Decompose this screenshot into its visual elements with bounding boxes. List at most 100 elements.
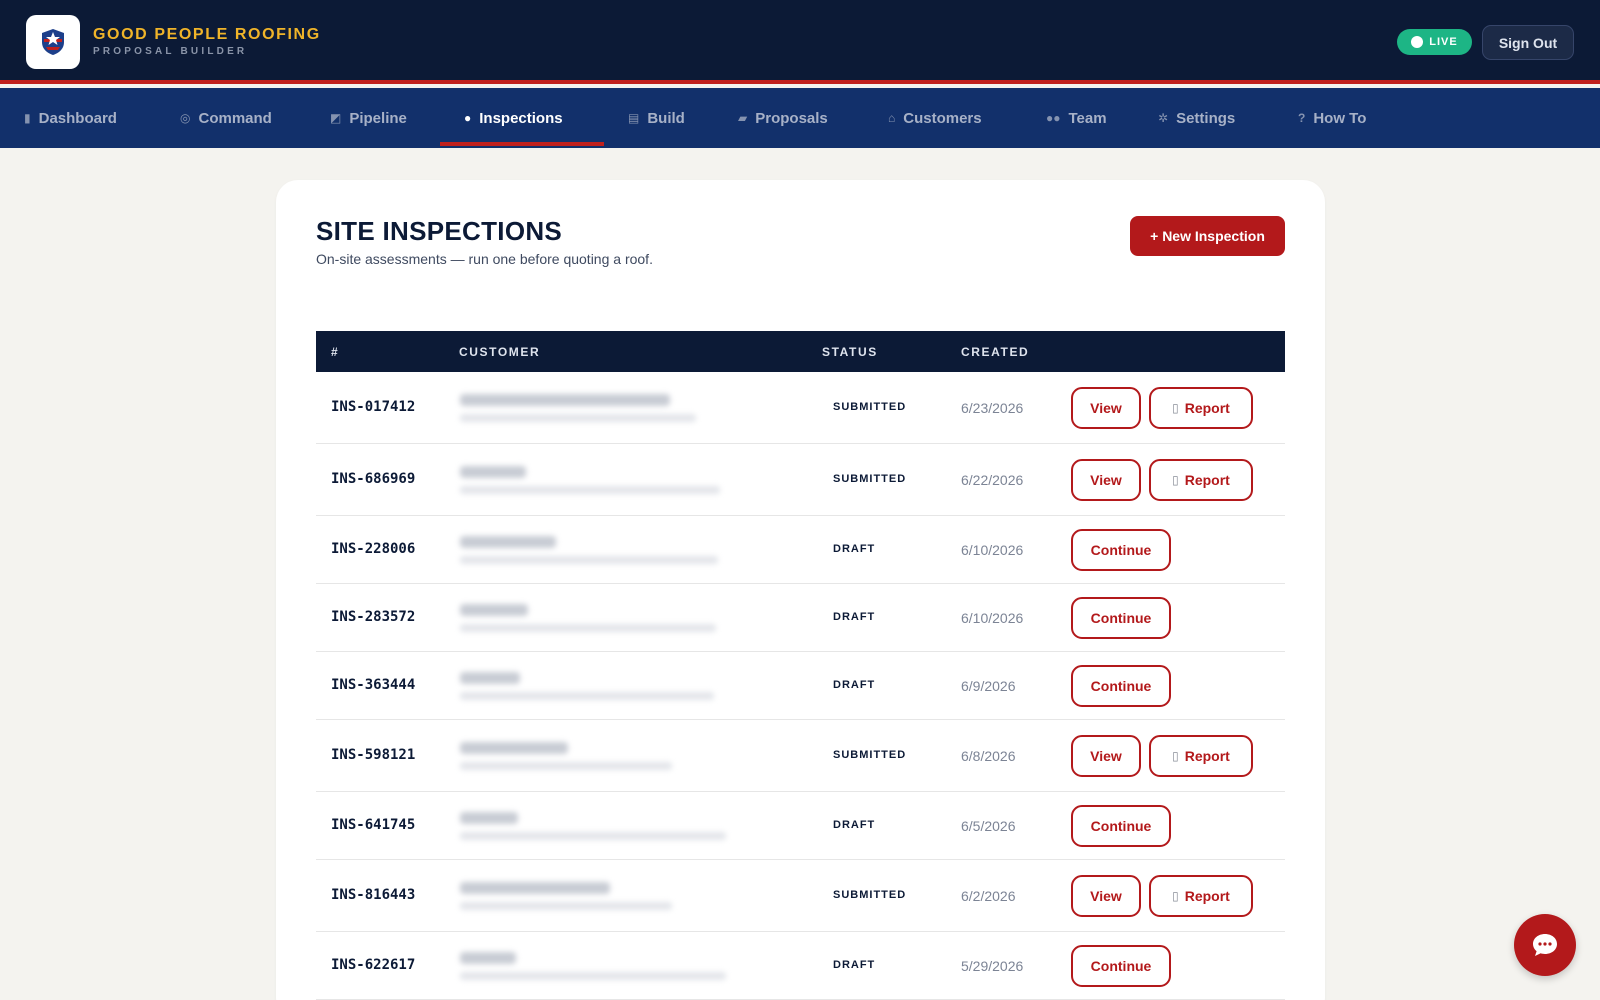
report-button[interactable]: ▯ Report [1149, 459, 1253, 501]
view-button[interactable]: View [1071, 735, 1141, 777]
nav-tab-label: How To [1313, 109, 1367, 127]
main-nav: ▮ Dashboard ◎ Command ◩ Pipeline ● Inspections ▤… [0, 88, 1600, 148]
created-date: 6/10/2026 [961, 542, 1024, 558]
customer-address-redacted [460, 486, 720, 494]
nav-tab-dashboard[interactable]: ▮ Dashboard [24, 88, 117, 148]
button-label: View [1090, 400, 1122, 416]
created-date: 5/29/2026 [961, 958, 1024, 974]
gear-icon: ✲ [1158, 111, 1169, 125]
trend-icon: ◩ [330, 111, 342, 125]
customer-address-redacted [460, 972, 726, 980]
table-row: INS-017412 SUBMITTED 6/23/2026 View ▯ Report [316, 372, 1285, 444]
new-inspection-button[interactable]: + New Inspection [1130, 216, 1285, 256]
customer-name-redacted [460, 536, 556, 548]
view-button[interactable]: View [1071, 459, 1141, 501]
table-row: INS-283572 DRAFT 6/10/2026 Continue [316, 584, 1285, 652]
nav-tab-team[interactable]: ●● Team [1046, 88, 1107, 148]
inspection-id: INS-017412 [331, 399, 416, 415]
status-badge: SUBMITTED [833, 889, 907, 901]
status-badge: SUBMITTED [833, 473, 907, 485]
button-label: View [1090, 472, 1122, 488]
customer-address-redacted [460, 902, 672, 910]
top-header: GOOD PEOPLE ROOFING PROPOSAL BUILDER LIV… [0, 0, 1600, 84]
report-button[interactable]: ▯ Report [1149, 875, 1253, 917]
button-label: Report [1184, 888, 1230, 904]
nav-tab-how-to[interactable]: ? How To [1298, 88, 1366, 148]
inspection-id: INS-686969 [331, 471, 416, 487]
nav-tab-pipeline[interactable]: ◩ Pipeline [330, 88, 407, 148]
column-header-number: # [331, 345, 340, 359]
page-title: SITE INSPECTIONS [316, 216, 563, 246]
view-button[interactable]: View [1071, 875, 1141, 917]
magnifier-icon: ● [464, 111, 472, 125]
chat-button[interactable] [1514, 914, 1576, 976]
nav-tab-proposals[interactable]: ▰ Proposals [738, 88, 828, 148]
created-date: 6/22/2026 [961, 472, 1024, 488]
nav-tab-build[interactable]: ▤ Build [628, 88, 685, 148]
customer-address-redacted [460, 556, 718, 564]
status-badge: SUBMITTED [833, 401, 907, 413]
created-date: 6/2/2026 [961, 888, 1016, 904]
live-dot-icon [1411, 36, 1424, 48]
customer-name-redacted [460, 952, 516, 964]
nav-tab-customers[interactable]: ⌂ Customers [888, 88, 982, 148]
nav-tab-label: Pipeline [349, 109, 407, 127]
status-badge: DRAFT [833, 543, 876, 555]
live-status-badge: LIVE [1397, 29, 1472, 55]
brand-title: GOOD PEOPLE ROOFING [93, 26, 321, 43]
report-button[interactable]: ▯ Report [1149, 735, 1253, 777]
document-icon: ▯ [1172, 401, 1179, 415]
continue-button[interactable]: Continue [1071, 805, 1171, 847]
chat-bubble-icon [1533, 934, 1557, 956]
column-header-status: STATUS [822, 345, 878, 359]
inspection-id: INS-598121 [331, 747, 416, 763]
sign-out-button[interactable]: Sign Out [1482, 25, 1574, 60]
status-badge: DRAFT [833, 819, 876, 831]
page-subtitle: On-site assessments — run one before quo… [316, 251, 653, 267]
document-icon: ▯ [1172, 749, 1179, 763]
nav-tab-label: Inspections [479, 109, 563, 127]
button-label: Report [1184, 472, 1230, 488]
customer-name-redacted [460, 882, 610, 894]
button-label: Report [1184, 400, 1230, 416]
house-icon: ⌂ [888, 111, 896, 125]
created-date: 6/23/2026 [961, 400, 1024, 416]
inspection-id: INS-641745 [331, 817, 416, 833]
table-row: INS-598121 SUBMITTED 6/8/2026 View ▯ Report [316, 720, 1285, 792]
nav-tab-settings[interactable]: ✲ Settings [1158, 88, 1235, 148]
nav-tab-command[interactable]: ◎ Command [180, 88, 272, 148]
continue-button[interactable]: Continue [1071, 597, 1171, 639]
continue-button[interactable]: Continue [1071, 945, 1171, 987]
inspection-id: INS-228006 [331, 541, 416, 557]
inspection-id: INS-622617 [331, 957, 416, 973]
customer-name-redacted [460, 672, 520, 684]
button-label: Report [1184, 748, 1230, 764]
question-icon: ? [1298, 111, 1306, 125]
nav-tab-label: Build [647, 109, 685, 127]
continue-button[interactable]: Continue [1071, 665, 1171, 707]
view-button[interactable]: View [1071, 387, 1141, 429]
table-row: INS-363444 DRAFT 6/9/2026 Continue [316, 652, 1285, 720]
document-icon: ▯ [1172, 473, 1179, 487]
nav-tab-label: Proposals [755, 109, 828, 127]
button-label: Continue [1090, 958, 1152, 974]
customer-name-redacted [460, 394, 670, 406]
folder-icon: ▰ [738, 111, 748, 125]
customer-address-redacted [460, 832, 726, 840]
nav-tab-label: Settings [1176, 109, 1236, 127]
customer-address-redacted [460, 624, 716, 632]
button-label: Continue [1090, 542, 1152, 558]
table-row: INS-686969 SUBMITTED 6/22/2026 View ▯ Report [316, 444, 1285, 516]
continue-button[interactable]: Continue [1071, 529, 1171, 571]
clipboard-icon: ▤ [628, 111, 640, 125]
button-label: Continue [1090, 678, 1152, 694]
nav-tab-inspections[interactable]: ● Inspections [464, 88, 563, 148]
button-label: View [1090, 888, 1122, 904]
report-button[interactable]: ▯ Report [1149, 387, 1253, 429]
nav-tab-label: Customers [903, 109, 982, 127]
status-badge: DRAFT [833, 959, 876, 971]
brand-logo[interactable] [26, 15, 80, 69]
nav-tab-label: Team [1068, 109, 1107, 127]
live-label: LIVE [1429, 36, 1458, 48]
inspection-id: INS-816443 [331, 887, 416, 903]
